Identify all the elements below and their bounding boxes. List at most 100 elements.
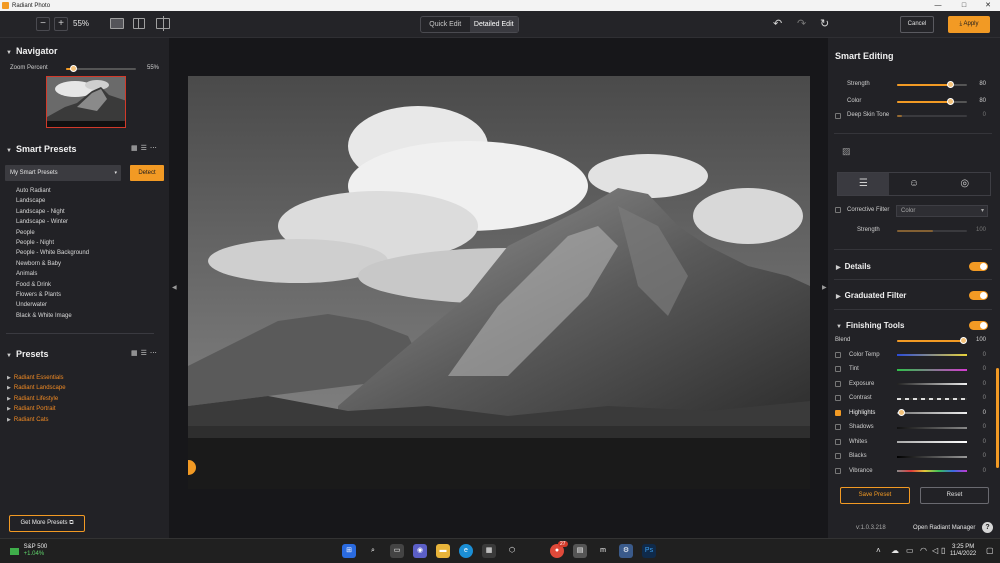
vibrance-slider[interactable]	[897, 470, 967, 472]
tint-checkbox[interactable]	[835, 366, 841, 372]
highlights-slider[interactable]	[897, 412, 967, 414]
preset-item[interactable]: Landscape - Winter	[16, 217, 89, 227]
split-view-icon[interactable]	[133, 18, 145, 29]
face-tab-icon[interactable]: ☺	[889, 173, 940, 195]
display-icon[interactable]: ▭	[906, 546, 914, 555]
blacks-slider[interactable]	[897, 456, 967, 458]
finishing-tools-header[interactable]: ▼ Finishing Tools	[836, 321, 904, 330]
reset-button[interactable]: Reset	[920, 487, 989, 504]
settings-gear-icon[interactable]: ⚙	[619, 544, 633, 558]
preset-item[interactable]: Landscape	[16, 196, 89, 206]
highlights-checkbox[interactable]	[835, 410, 841, 416]
preset-item[interactable]: Landscape - Night	[16, 207, 89, 217]
zoom-slider-knob[interactable]	[70, 65, 77, 72]
search-icon[interactable]: ⌕	[366, 544, 380, 558]
contrast-checkbox[interactable]	[835, 395, 841, 401]
cancel-button[interactable]: Cancel	[900, 16, 934, 33]
whites-checkbox[interactable]	[835, 439, 841, 445]
help-icon[interactable]: ?	[982, 522, 993, 533]
quick-edit-tab[interactable]: Quick Edit	[421, 17, 470, 32]
whites-slider[interactable]	[897, 441, 967, 443]
image-icon[interactable]: ▨	[842, 146, 851, 157]
maximize-button[interactable]: □	[952, 0, 976, 11]
highlights-slider-knob[interactable]	[898, 409, 905, 416]
m-app-icon[interactable]: m	[596, 544, 610, 558]
zoom-out-button[interactable]: −	[36, 17, 50, 31]
corrective-filter-checkbox[interactable]	[835, 207, 841, 213]
sliders-tab-icon[interactable]: ☰	[838, 173, 889, 195]
battery-icon[interactable]: ▯	[941, 546, 945, 555]
get-more-presets-button[interactable]: Get More Presets ⧉	[9, 515, 85, 532]
cube-app-icon[interactable]: ⬡	[505, 544, 519, 558]
single-view-icon[interactable]	[110, 18, 124, 29]
stock-widget[interactable]: S&P 500 +1.04%	[10, 544, 47, 558]
preset-item[interactable]: Black & White Image	[16, 311, 89, 321]
preset-item[interactable]: People - White Background	[16, 248, 89, 258]
minimize-button[interactable]: —	[926, 0, 950, 11]
terminal-icon[interactable]: ▤	[573, 544, 587, 558]
reset-view-icon[interactable]: ↻	[820, 17, 829, 30]
preset-item[interactable]: People	[16, 228, 89, 238]
corrective-filter-select[interactable]: Color ▾	[896, 205, 988, 217]
photoshop-icon[interactable]: Ps	[642, 544, 656, 558]
graduated-filter-header[interactable]: ▶ Graduated Filter	[836, 291, 906, 300]
start-icon[interactable]: ⊞	[342, 544, 356, 558]
volume-icon[interactable]: ◁	[932, 546, 938, 555]
task-view-icon[interactable]: ▭	[390, 544, 404, 558]
smart-presets-header[interactable]: ▼ Smart Presets	[6, 144, 77, 154]
details-header[interactable]: ▶ Details	[836, 262, 871, 271]
preset-item[interactable]: Food & Drink	[16, 280, 89, 290]
close-window-button[interactable]: ✕	[976, 0, 1000, 11]
preset-item[interactable]: People - Night	[16, 238, 89, 248]
color-temp-checkbox[interactable]	[835, 352, 841, 358]
file-explorer-icon[interactable]: ▬	[436, 544, 450, 558]
preset-group-item[interactable]: ▶ Radiant Lifestyle	[7, 394, 66, 404]
preset-group-item[interactable]: ▶ Radiant Portrait	[7, 404, 66, 414]
chat-icon[interactable]: ◉	[413, 544, 427, 558]
blacks-checkbox[interactable]	[835, 453, 841, 459]
save-preset-button[interactable]: Save Preset	[840, 487, 910, 504]
preset-group-item[interactable]: ▶ Radiant Cats	[7, 415, 66, 425]
presets-header[interactable]: ▼ Presets	[6, 349, 48, 359]
edge-icon[interactable]: e	[459, 544, 473, 558]
detailed-edit-tab[interactable]: Detailed Edit	[469, 17, 518, 32]
exposure-slider[interactable]	[897, 383, 967, 385]
grid-list-view-icons[interactable]: ▦☰⋯	[131, 144, 160, 152]
color-temp-slider[interactable]	[897, 354, 967, 356]
redo-icon[interactable]: ↷	[797, 17, 806, 30]
system-clock[interactable]: 3:25 PM 11/4/2022	[950, 544, 976, 558]
finishing-tools-toggle[interactable]	[969, 321, 988, 330]
shadows-checkbox[interactable]	[835, 424, 841, 430]
side-by-side-view-icon[interactable]	[156, 16, 170, 31]
right-panel-scrollbar[interactable]	[996, 368, 999, 468]
open-radiant-manager-link[interactable]: Open Radiant Manager	[913, 525, 975, 531]
wifi-icon[interactable]: ◠	[920, 546, 927, 555]
smart-presets-dropdown[interactable]: My Smart Presets ▾	[5, 165, 121, 181]
chevron-up-icon[interactable]: ˄	[876, 546, 881, 555]
collapse-left-arrow-icon[interactable]: ◀	[172, 284, 177, 291]
preset-item[interactable]: Flowers & Plants	[16, 290, 89, 300]
graduated-filter-toggle[interactable]	[969, 291, 988, 300]
grid-list-view-icons[interactable]: ▦☰⋯	[131, 349, 160, 357]
deep-skin-tone-checkbox[interactable]	[835, 113, 841, 119]
apply-button[interactable]: ⤓ Apply	[948, 16, 990, 33]
undo-icon[interactable]: ↶	[773, 17, 782, 30]
main-photo[interactable]	[188, 76, 810, 489]
exposure-checkbox[interactable]	[835, 381, 841, 387]
preset-item[interactable]: Auto Radiant	[16, 186, 89, 196]
store-icon[interactable]: ▦	[482, 544, 496, 558]
vibrance-checkbox[interactable]	[835, 468, 841, 474]
collapse-right-arrow-icon[interactable]: ▶	[822, 284, 827, 291]
navigator-thumbnail[interactable]	[46, 76, 126, 128]
color-tab-icon[interactable]: ◎	[939, 173, 990, 195]
deep-skin-tone-slider[interactable]	[897, 115, 967, 117]
preset-item[interactable]: Underwater	[16, 300, 89, 310]
detect-button[interactable]: Detect	[130, 165, 164, 181]
strength-slider-knob[interactable]	[947, 81, 954, 88]
preset-group-item[interactable]: ▶ Radiant Essentials	[7, 373, 66, 383]
contrast-slider[interactable]	[897, 398, 967, 400]
details-toggle[interactable]	[969, 262, 988, 271]
notifications-icon[interactable]: ▢	[986, 546, 994, 555]
navigator-header[interactable]: ▼ Navigator	[6, 46, 57, 56]
preset-item[interactable]: Animals	[16, 269, 89, 279]
